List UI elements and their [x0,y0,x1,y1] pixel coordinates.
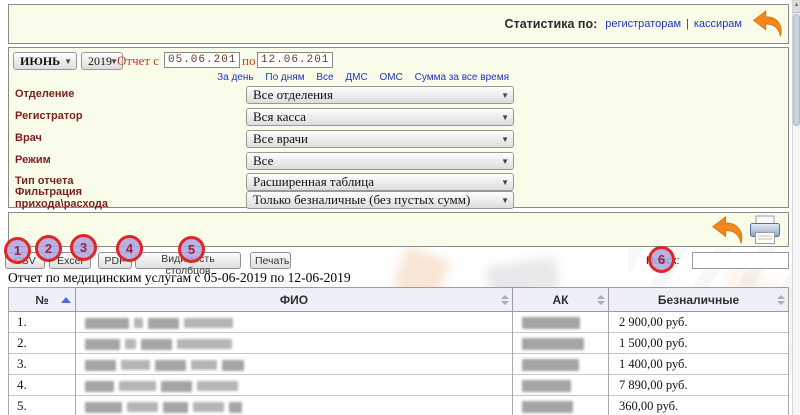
page: Статистика по: регистраторам | кассирам … [0,0,800,415]
doctor-select-value: Все врачи [253,131,308,146]
column-header-fio[interactable]: ФИО [76,288,513,312]
filters-panel: ИЮНЬ ▼ 2019 ▼ Отчет с по За день По дням… [8,47,789,208]
chevron-down-icon: ▼ [501,91,509,100]
fio-redacted [76,375,513,396]
stats-label: Статистика по: [505,17,598,31]
quick-link-by-days[interactable]: По дням [265,72,304,83]
annotation-badge-6: 6 [648,246,675,273]
report-from-label: Отчет с [117,53,159,69]
table-row[interactable]: 3. 1 400,00 руб. [9,354,789,375]
table-row[interactable]: 4. 7 890,00 руб. [9,375,789,396]
date-from-input[interactable] [164,52,240,68]
link-registrators[interactable]: регистраторам [605,18,681,30]
search-input[interactable] [692,252,789,269]
date-to-input[interactable] [257,52,333,68]
year-select-value: 2019 [88,54,112,68]
cashless-amount: 2 900,00 руб. [609,312,789,333]
row-number: 1. [9,312,76,333]
quick-links: За день По дням Все ДМС ОМС Сумма за все… [208,72,509,83]
report-type-select[interactable]: Расширенная таблица ▼ [246,173,514,191]
column-header-label: АК [553,293,569,307]
cashless-amount: 360,00 руб. [609,396,789,415]
department-label: Отделение [15,88,74,100]
column-header-label: ФИО [280,293,308,307]
income-filter-label: Фильтрация прихода\расхода [15,186,145,210]
back-arrow-icon[interactable] [710,216,746,245]
ak-redacted [513,396,609,415]
quick-link-total-all-time[interactable]: Сумма за все время [415,72,509,83]
link-cashiers[interactable]: кассирам [694,18,742,30]
ak-redacted [513,333,609,354]
column-header-ak[interactable]: АК [513,288,609,312]
stats-panel: Статистика по: регистраторам | кассирам [8,4,789,44]
mode-label: Режим [15,154,51,166]
chevron-down-icon: ▼ [501,178,509,187]
chevron-down-icon: ▼ [501,135,509,144]
chevron-down-icon: ▼ [64,57,72,66]
scrollbar-up-arrow[interactable]: ▲ [793,0,800,13]
back-arrow-icon[interactable] [752,9,784,39]
printer-icon[interactable] [749,215,781,245]
chevron-down-icon: ▼ [501,157,509,166]
ak-redacted [513,312,609,333]
income-filter-select[interactable]: Только безналичные (без пустых сумм) ▼ [246,191,514,209]
sort-icon [501,295,509,305]
quick-link-dms[interactable]: ДМС [345,72,367,83]
row-number: 5. [9,396,76,415]
link-separator: | [686,18,689,30]
report-table: № ФИО АК Безналичные 1. [8,287,789,415]
column-header-num[interactable]: № [9,288,76,312]
month-select[interactable]: ИЮНЬ ▼ [13,52,77,70]
print-button[interactable]: Печать [250,252,291,269]
table-row[interactable]: 1. 2 900,00 руб. [9,312,789,333]
annotation-badge-5: 5 [178,236,205,263]
report-title: Отчет по медицинским услугам с 05-06-201… [8,270,351,286]
scrollbar[interactable]: ▲ [792,0,800,415]
sort-icon [777,295,785,305]
table-header-row: № ФИО АК Безналичные [9,288,789,312]
table-row[interactable]: 2. 1 500,00 руб. [9,333,789,354]
annotation-badge-2: 2 [35,235,62,262]
department-select[interactable]: Все отделения ▼ [246,86,514,104]
ak-redacted [513,354,609,375]
quick-link-all[interactable]: Все [316,72,333,83]
column-header-label: № [35,293,48,307]
doctor-select[interactable]: Все врачи ▼ [246,130,514,148]
cashless-amount: 7 890,00 руб. [609,375,789,396]
doctor-label: Врач [15,132,42,144]
chevron-down-icon: ▼ [501,196,509,205]
column-header-label: Безналичные [658,293,739,307]
table-row[interactable]: 5. 360,00 руб. [9,396,789,415]
annotation-badge-3: 3 [70,234,97,261]
quick-link-day[interactable]: За день [217,72,254,83]
cashless-amount: 1 400,00 руб. [609,354,789,375]
chevron-down-icon: ▼ [501,113,509,122]
mode-select[interactable]: Все ▼ [246,152,514,170]
cashless-amount: 1 500,00 руб. [609,333,789,354]
department-select-value: Все отделения [253,87,333,102]
ak-redacted [513,375,609,396]
report-type-select-value: Расширенная таблица [253,174,374,189]
fio-redacted [76,333,513,354]
row-number: 2. [9,333,76,354]
report-to-label: по [242,53,255,69]
month-select-value: ИЮНЬ [20,54,60,68]
registrator-select-value: Вся касса [253,109,306,124]
fio-redacted [76,396,513,415]
registrator-select[interactable]: Вся касса ▼ [246,108,514,126]
sort-icon [597,295,605,305]
column-header-cashless[interactable]: Безналичные [609,288,789,312]
income-filter-select-value: Только безналичные (без пустых сумм) [253,192,470,207]
sort-asc-icon [61,297,71,303]
annotation-badge-4: 4 [116,235,143,262]
scrollbar-thumb[interactable] [793,14,800,126]
mode-select-value: Все [253,153,273,168]
fio-redacted [76,354,513,375]
quick-link-oms[interactable]: ОМС [379,72,402,83]
fio-redacted [76,312,513,333]
row-number: 3. [9,354,76,375]
row-number: 4. [9,375,76,396]
annotation-badge-1: 1 [4,237,31,264]
registrator-label: Регистратор [15,110,83,122]
